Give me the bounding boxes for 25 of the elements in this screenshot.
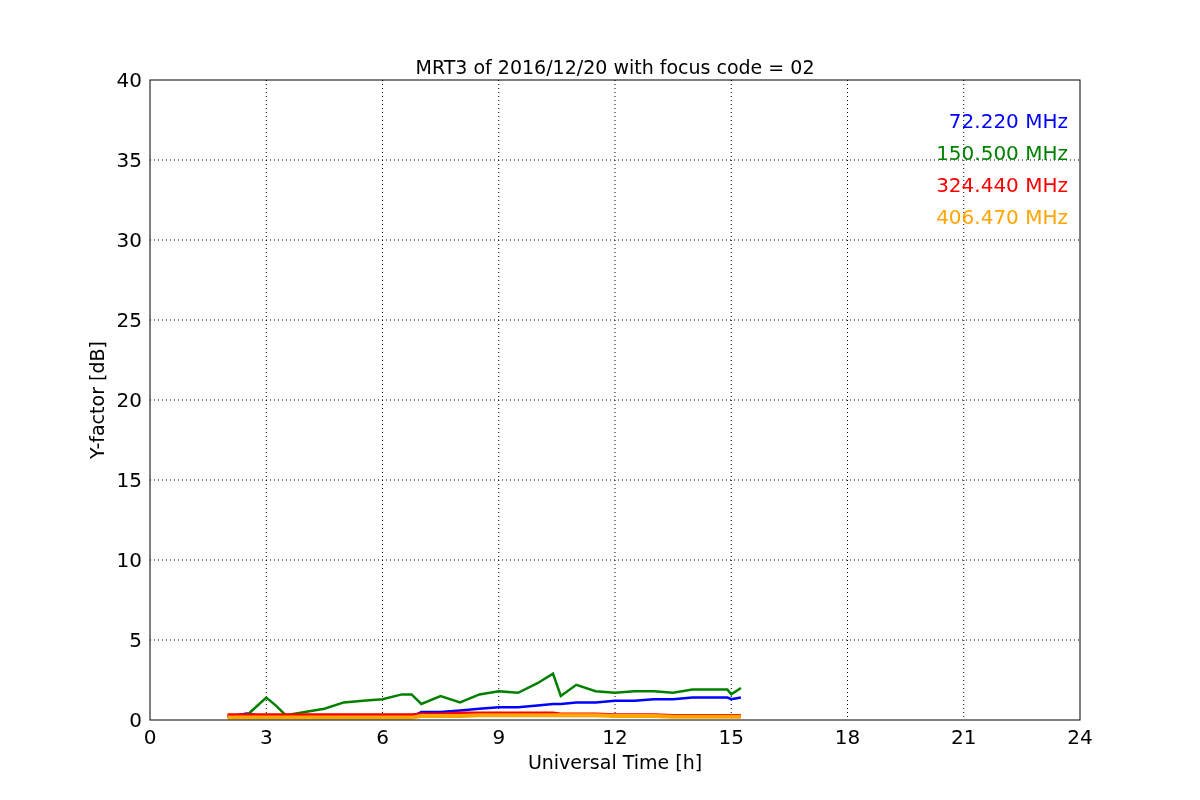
x-axis-label: Universal Time [h] (527, 751, 703, 773)
x-tick-label: 12 (602, 725, 628, 749)
legend-label: 150.500 MHz (936, 141, 1068, 165)
y-tick-label: 35 (116, 148, 142, 172)
legend-label: 406.470 MHz (936, 205, 1068, 229)
y-tick-label: 20 (116, 388, 142, 412)
y-axis-label: Y-factor [dB] (86, 341, 108, 459)
y-tick-label: 25 (116, 308, 142, 332)
x-tick-label: 15 (718, 725, 744, 749)
legend-label: 72.220 MHz (948, 109, 1068, 133)
x-tick-label: 24 (1067, 725, 1093, 749)
y-tick-label: 15 (116, 468, 142, 492)
legend-label: 324.440 MHz (936, 173, 1068, 197)
y-tick-label: 0 (129, 708, 142, 732)
x-tick-label: 9 (492, 725, 506, 749)
x-tick-label: 18 (834, 725, 861, 749)
y-tick-label: 10 (116, 548, 142, 572)
y-tick-label: 40 (116, 68, 142, 92)
x-tick-label: 6 (376, 725, 389, 749)
chart-title: MRT3 of 2016/12/20 with focus code = 02 (415, 56, 815, 78)
y-tick-label: 30 (116, 228, 142, 252)
x-tick-label: 21 (951, 725, 977, 749)
x-tick-label: 3 (259, 725, 273, 749)
x-tick-label: 0 (143, 725, 157, 749)
y-tick-label: 5 (129, 628, 142, 652)
